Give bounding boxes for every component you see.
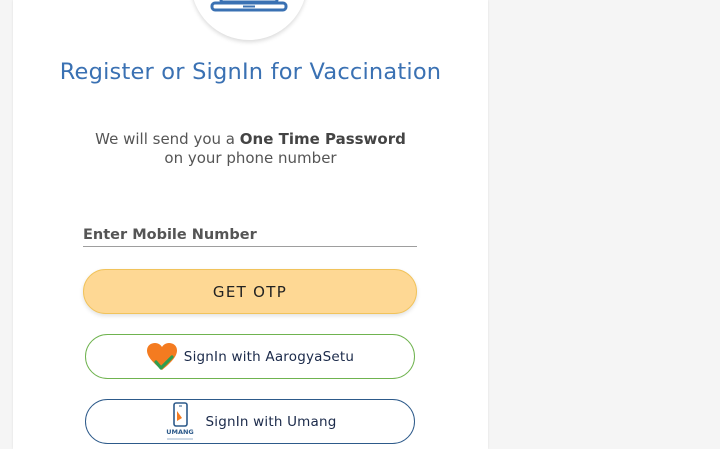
mobile-number-input[interactable] (83, 224, 417, 247)
otp-description: We will send you a One Time Password on … (13, 130, 488, 168)
otp-description-suffix: on your phone number (164, 149, 337, 167)
signin-aarogyasetu-button[interactable]: SignIn with AarogyaSetu (85, 334, 415, 379)
signin-aarogyasetu-label: SignIn with AarogyaSetu (183, 348, 355, 365)
umang-icon-text: UMANG (167, 428, 195, 436)
otp-description-prefix: We will send you a (95, 130, 240, 148)
laptop-icon (210, 0, 288, 12)
signin-umang-label: SignIn with Umang (205, 413, 337, 430)
signin-umang-button[interactable]: UMANG SignIn with Umang (85, 399, 415, 444)
aarogya-setu-heart-icon (146, 342, 177, 370)
otp-description-highlight: One Time Password (239, 130, 406, 148)
page: Register or SignIn for Vaccination We wi… (0, 0, 720, 449)
get-otp-button[interactable]: GET OTP (83, 269, 417, 314)
umang-icon: UMANG (167, 401, 195, 439)
page-title: Register or SignIn for Vaccination (59, 59, 442, 85)
